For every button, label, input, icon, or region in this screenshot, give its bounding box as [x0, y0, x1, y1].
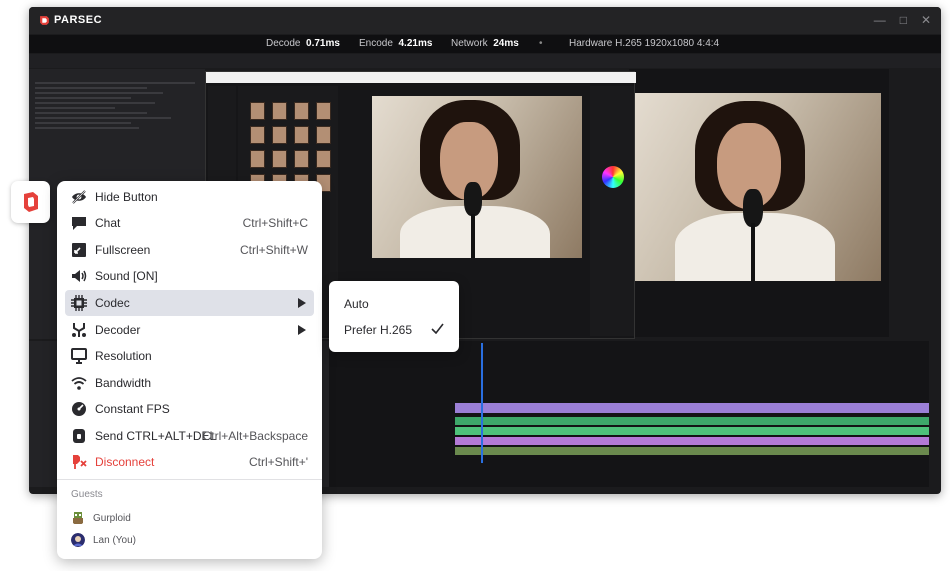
menu-item-label: Disconnect — [95, 455, 155, 469]
menu-item-label: Fullscreen — [95, 243, 151, 257]
stat-dot: • — [539, 38, 543, 49]
codec-submenu: Auto Prefer H.265 — [329, 281, 459, 352]
parsec-brand: PARSEC — [39, 14, 102, 26]
speaker-icon — [72, 270, 87, 282]
brand-name: PARSEC — [54, 14, 103, 26]
codec-option-auto[interactable]: Auto — [344, 297, 369, 311]
menu-item-shortcut: Ctrl+Alt+Backspace — [202, 429, 308, 443]
menu-item-label: Resolution — [95, 349, 152, 363]
fullscreen-icon — [72, 243, 86, 257]
chat-bubble-icon — [72, 217, 86, 230]
minimize-icon[interactable]: — — [874, 13, 886, 27]
parsec-overlay-menu: Hide Button Chat Ctrl+Shift+C Fullscreen… — [57, 181, 322, 559]
workspace-tabs-bar — [29, 54, 941, 68]
hide-eye-icon — [72, 190, 86, 204]
monitor-icon — [71, 348, 87, 364]
network-stat: Network 24ms — [451, 38, 519, 49]
menu-item-label: Send CTRL+ALT+DEL — [95, 429, 217, 443]
menu-item-resolution[interactable]: Resolution — [65, 343, 314, 369]
decode-stat: Decode 0.71ms — [266, 38, 340, 49]
menu-item-decoder[interactable]: Decoder — [65, 317, 314, 343]
guests-heading: Guests — [71, 489, 103, 500]
submenu-arrow-icon — [298, 325, 306, 335]
parsec-logo-icon — [23, 192, 38, 212]
menu-item-hide-button[interactable]: Hide Button — [65, 184, 314, 210]
color-wheel-icon[interactable] — [602, 166, 624, 188]
chip-icon — [71, 295, 87, 311]
maximize-icon[interactable]: □ — [900, 13, 907, 27]
audio-track-1[interactable] — [455, 417, 929, 425]
avatar — [73, 512, 83, 524]
menu-item-label: Codec — [95, 296, 130, 310]
lock-icon — [73, 429, 85, 443]
wifi-icon — [71, 377, 87, 390]
menu-item-label: Hide Button — [95, 190, 158, 204]
menu-item-send-ctrl-alt-del[interactable]: Send CTRL+ALT+DEL Ctrl+Alt+Backspace — [65, 423, 314, 449]
menu-item-chat[interactable]: Chat Ctrl+Shift+C — [65, 210, 314, 236]
menu-item-label: Chat — [95, 216, 121, 230]
menu-item-sound[interactable]: Sound [ON] — [65, 263, 314, 289]
hardware-stat: Hardware H.265 1920x1080 4:4:4 — [569, 38, 720, 49]
video-track-clip[interactable] — [455, 403, 929, 413]
avatar — [71, 533, 85, 547]
menu-item-fullscreen[interactable]: Fullscreen Ctrl+Shift+W — [65, 237, 314, 263]
playhead[interactable] — [481, 343, 483, 463]
guest-name: Gurploid — [93, 512, 131, 524]
guest-row[interactable]: Lan (You) — [71, 533, 136, 547]
timeline-tracks — [455, 403, 931, 463]
menu-item-bandwidth[interactable]: Bandwidth — [65, 370, 314, 396]
menu-item-label: Decoder — [95, 323, 141, 337]
window-controls: — □ ✕ — [874, 13, 931, 27]
looks-preview-frame — [372, 96, 582, 258]
menu-item-shortcut: Ctrl+Shift+C — [242, 216, 308, 230]
close-icon[interactable]: ✕ — [921, 13, 931, 27]
codec-option-prefer-h265[interactable]: Prefer H.265 — [344, 323, 412, 337]
menu-item-constant-fps[interactable]: Constant FPS — [65, 396, 314, 422]
menu-item-disconnect[interactable]: Disconnect Ctrl+Shift+' — [65, 449, 314, 475]
gauge-icon — [72, 402, 86, 416]
audio-track-2[interactable] — [455, 427, 929, 435]
audio-track-4[interactable] — [455, 447, 929, 455]
looks-plugin-titlebar — [206, 72, 636, 83]
stats-bar: Decode 0.71ms Encode 4.21ms Network 24ms… — [29, 35, 941, 53]
menu-item-label: Bandwidth — [95, 376, 152, 390]
menu-item-shortcut: Ctrl+Shift+' — [249, 455, 308, 469]
menu-item-shortcut: Ctrl+Shift+W — [239, 243, 308, 257]
encode-stat: Encode 4.21ms — [359, 38, 433, 49]
menu-item-label: Constant FPS — [95, 402, 170, 416]
decoder-icon — [72, 323, 86, 337]
parsec-overlay-button[interactable] — [11, 181, 50, 223]
audio-track-3[interactable] — [455, 437, 929, 445]
menu-item-codec[interactable]: Codec — [65, 290, 314, 316]
submenu-arrow-icon — [298, 298, 306, 308]
looks-controls-panel — [590, 86, 634, 336]
disconnect-icon — [73, 455, 87, 469]
guest-row[interactable]: Gurploid — [71, 511, 131, 525]
menu-divider — [57, 479, 322, 480]
guest-name: Lan (You) — [93, 534, 136, 546]
parsec-logo-icon — [40, 15, 49, 25]
program-video-frame — [635, 93, 881, 281]
checkmark-icon — [431, 323, 444, 334]
menu-item-label: Sound [ON] — [95, 269, 158, 283]
title-bar: PARSEC — □ ✕ — [29, 7, 941, 34]
